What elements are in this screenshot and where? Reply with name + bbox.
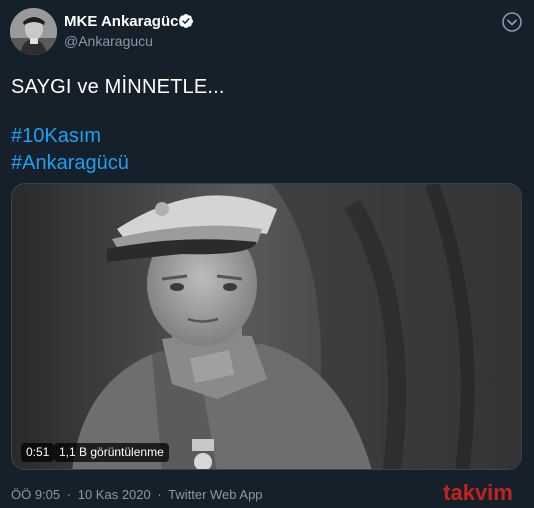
avatar[interactable] bbox=[10, 8, 57, 55]
meta-separator: · bbox=[66, 487, 72, 502]
display-name[interactable]: MKE Ankaragücü bbox=[64, 13, 188, 30]
hashtag-link[interactable]: #10Kasım bbox=[11, 125, 101, 148]
tweet-card: MKE Ankaragücü @Ankaragucu SAYGI ve MİNN… bbox=[0, 0, 534, 508]
video-thumbnail[interactable] bbox=[11, 183, 522, 470]
takvim-watermark-logo: takvim bbox=[430, 480, 526, 506]
tweet-date[interactable]: 10 Kas 2020 bbox=[78, 487, 151, 502]
tweet-metadata: ÖÖ 9:05 · 10 Kas 2020 · Twitter Web App bbox=[11, 487, 263, 502]
tweet-source[interactable]: Twitter Web App bbox=[168, 487, 262, 502]
meta-separator: · bbox=[157, 487, 162, 502]
more-options-icon[interactable] bbox=[500, 10, 524, 34]
verified-badge-icon bbox=[178, 13, 194, 29]
account-handle[interactable]: @Ankaragucu bbox=[64, 33, 153, 49]
view-count-badge: 1,1 B görüntülenme bbox=[54, 443, 169, 462]
video-duration-badge: 0:51 bbox=[21, 443, 55, 462]
tweet-time[interactable]: ÖÖ 9:05 bbox=[11, 487, 60, 502]
hashtag-link[interactable]: #Ankaragücü bbox=[11, 152, 129, 175]
svg-text:takvim: takvim bbox=[443, 480, 513, 505]
tweet-text: SAYGI ve MİNNETLE... bbox=[11, 76, 225, 98]
